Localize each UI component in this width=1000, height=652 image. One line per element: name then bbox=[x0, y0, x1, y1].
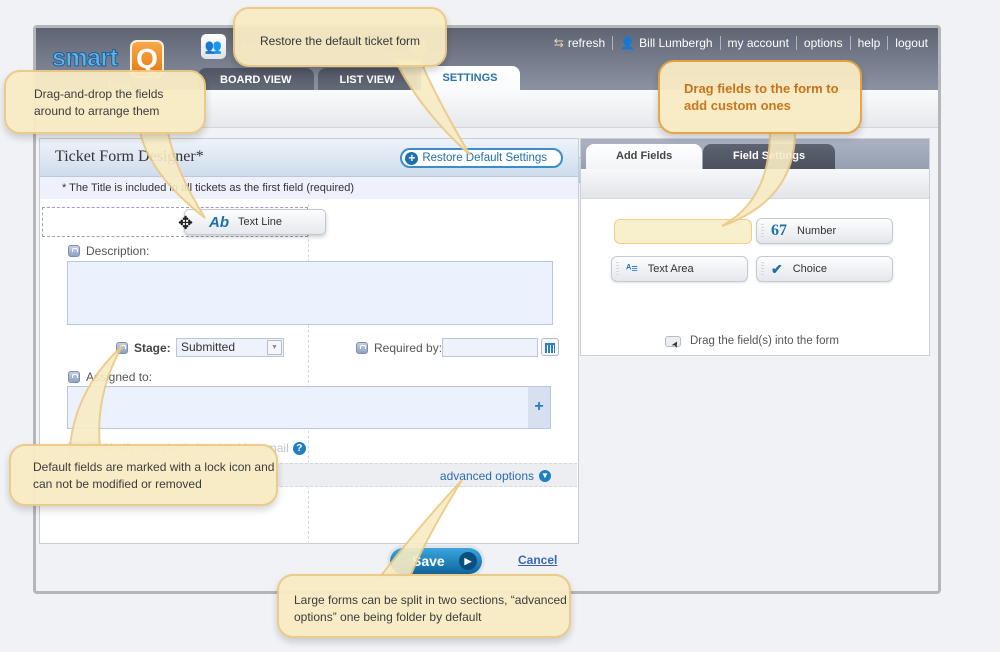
user-name-link[interactable]: Bill Lumbergh bbox=[639, 36, 712, 50]
lock-icon bbox=[116, 342, 128, 354]
fields-tabs: Add Fields Field Settings bbox=[581, 139, 929, 169]
label-text: Required by: bbox=[374, 341, 443, 355]
chip-label: Text Area bbox=[647, 263, 694, 275]
advanced-options-link[interactable]: advanced options ▼ bbox=[440, 469, 551, 483]
number-field-chip[interactable]: 67 Number bbox=[756, 218, 893, 244]
options-link[interactable]: options bbox=[804, 36, 843, 50]
fields-toolbar bbox=[581, 169, 929, 199]
cancel-link[interactable]: Cancel bbox=[518, 553, 557, 567]
refresh-link[interactable]: refresh bbox=[568, 36, 605, 50]
main-tabs: BOARD VIEW LIST VIEW SETTINGS bbox=[198, 66, 524, 90]
help-link[interactable]: help bbox=[858, 36, 881, 50]
chevron-down-circle-icon: ▼ bbox=[539, 470, 551, 482]
assigned-to-label: Assigned to: bbox=[68, 370, 152, 384]
stage-select[interactable]: Submitted ▼ bbox=[176, 338, 284, 357]
add-fields-panel: Add Fields Field Settings 67 Number ᴬ≡ T… bbox=[580, 138, 930, 356]
stage-value: Submitted bbox=[181, 340, 236, 354]
text-area-icon: ᴬ≡ bbox=[626, 263, 638, 275]
save-button[interactable]: Save ▶ bbox=[390, 548, 482, 574]
callout-lock: Default fields are marked with a lock ic… bbox=[9, 444, 278, 506]
top-links: ⇆ refresh 👤 Bill Lumbergh my account opt… bbox=[554, 36, 928, 50]
divider bbox=[849, 36, 851, 50]
chip-label: Number bbox=[797, 225, 837, 237]
users-icon[interactable]: 👥 bbox=[201, 34, 226, 59]
drag-cursor-icon bbox=[665, 335, 681, 347]
divider bbox=[719, 36, 721, 50]
form-title: Ticket Form Designer* bbox=[55, 148, 204, 165]
my-account-link[interactable]: my account bbox=[728, 36, 789, 50]
required-by-label: Required by: bbox=[356, 341, 442, 355]
plus-circle-icon: + bbox=[405, 151, 419, 165]
move-cursor-icon: ✥ bbox=[178, 213, 194, 233]
drag-hint-text: Drag the field(s) into the form bbox=[690, 335, 839, 347]
label-text: Assigned to: bbox=[86, 370, 153, 384]
assigned-to-input[interactable]: + bbox=[67, 386, 551, 429]
title-note: * The Title is included in all tickets a… bbox=[40, 177, 578, 199]
arrow-right-icon: ▶ bbox=[459, 552, 477, 570]
dragging-text-line-chip[interactable]: Ab Text Line bbox=[184, 209, 326, 235]
save-label: Save bbox=[412, 553, 445, 569]
advanced-options-label: advanced options bbox=[439, 469, 534, 483]
user-icon: 👤 bbox=[620, 36, 636, 50]
tab-board-view[interactable]: BOARD VIEW bbox=[198, 68, 314, 90]
tab-list-view[interactable]: LIST VIEW bbox=[317, 68, 417, 90]
chevron-down-icon[interactable]: ▼ bbox=[267, 340, 282, 355]
refresh-icon: ⇆ bbox=[553, 36, 564, 50]
choice-field-chip[interactable]: ✔ Choice bbox=[756, 256, 893, 282]
tab-field-settings[interactable]: Field Settings bbox=[703, 144, 836, 169]
calendar-icon[interactable] bbox=[541, 338, 559, 356]
label-text: Description: bbox=[86, 244, 150, 258]
help-icon[interactable]: ? bbox=[292, 441, 306, 455]
divider bbox=[887, 36, 889, 50]
lock-icon bbox=[356, 342, 368, 354]
description-label: Description: bbox=[68, 244, 149, 258]
checkmark-icon: ✔ bbox=[771, 260, 783, 277]
number-icon: 67 bbox=[771, 222, 787, 239]
divider bbox=[612, 36, 614, 50]
dragged-field-placeholder bbox=[614, 219, 752, 244]
callout-advanced: Large forms can be split in two sections… bbox=[277, 574, 571, 638]
restore-label: Restore Default Settings bbox=[422, 152, 547, 164]
logo-word: smart bbox=[52, 44, 119, 73]
callout-restore: Restore the default ticket form bbox=[233, 7, 447, 67]
callout-add-custom: Drag fields to the form to add custom on… bbox=[658, 60, 862, 134]
tab-settings[interactable]: SETTINGS bbox=[420, 66, 520, 90]
stage-label: Stage: bbox=[116, 341, 171, 355]
callout-drag-drop: Drag-and-drop the fields around to arran… bbox=[4, 70, 206, 134]
add-assignee-icon[interactable]: + bbox=[528, 387, 550, 428]
logout-link[interactable]: logout bbox=[895, 36, 928, 50]
lock-icon bbox=[68, 371, 80, 383]
column-divider bbox=[308, 204, 309, 544]
tab-add-fields[interactable]: Add Fields bbox=[586, 144, 703, 169]
chip-label: Text Line bbox=[238, 216, 283, 228]
form-header: Ticket Form Designer* + Restore Default … bbox=[40, 139, 578, 177]
divider bbox=[795, 36, 797, 50]
lock-icon bbox=[68, 245, 80, 257]
text-line-icon: Ab bbox=[209, 213, 229, 231]
description-textarea[interactable] bbox=[67, 261, 553, 325]
label-text: Stage: bbox=[134, 341, 171, 355]
drag-hint: Drag the field(s) into the form bbox=[665, 335, 839, 347]
text-area-field-chip[interactable]: ᴬ≡ Text Area bbox=[611, 256, 748, 282]
restore-default-button[interactable]: + Restore Default Settings bbox=[400, 148, 563, 168]
required-by-input[interactable] bbox=[442, 338, 538, 357]
chip-label: Choice bbox=[792, 263, 827, 275]
